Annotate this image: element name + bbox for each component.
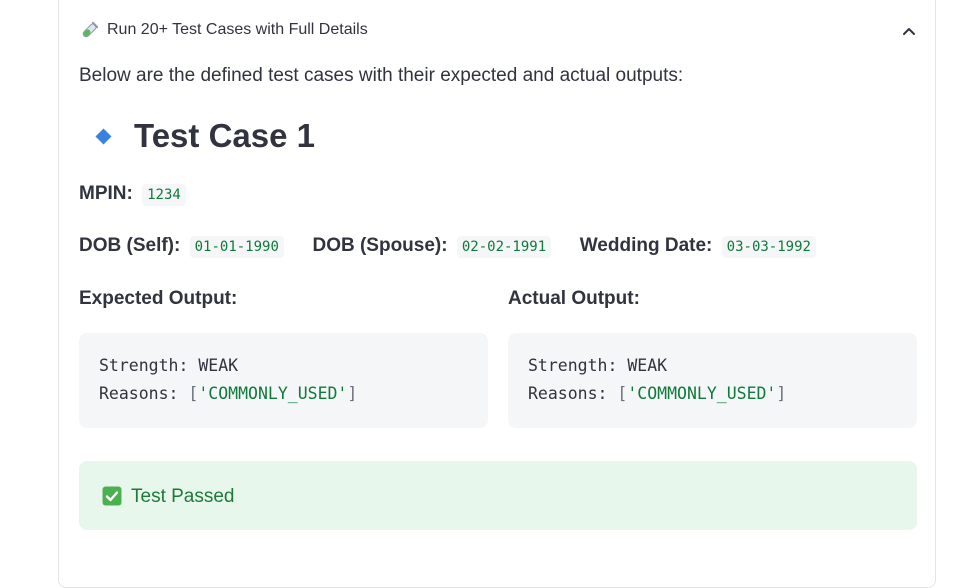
- expander-title: Run 20+ Test Cases with Full Details: [107, 21, 368, 38]
- test-result-alert: Test Passed: [79, 461, 917, 530]
- test-tube-icon: [82, 21, 99, 38]
- expected-reason-value: 'COMMONLY_USED': [198, 384, 348, 403]
- expected-strength-value: WEAK: [198, 356, 239, 375]
- dates-row: DOB (Self): 01-01-1990 DOB (Spouse): 02-…: [79, 235, 816, 258]
- check-mark-icon: [102, 486, 122, 506]
- actual-reason-value: 'COMMONLY_USED': [627, 384, 777, 403]
- test-case-title: Test Case 1: [134, 117, 315, 154]
- actual-reasons-key: Reasons:: [528, 384, 608, 403]
- mpin-value: 1234: [142, 184, 186, 206]
- actual-strength-key: Strength:: [528, 356, 618, 375]
- mpin-label: MPIN:: [79, 183, 133, 204]
- mpin-row: MPIN: 1234: [79, 183, 186, 206]
- actual-strength-value: WEAK: [627, 356, 668, 375]
- test-cases-expander: Run 20+ Test Cases with Full Details Bel…: [58, 0, 936, 588]
- intro-text: Below are the defined test cases with th…: [79, 65, 684, 86]
- expected-output-block: Strength: WEAK Reasons: ['COMMONLY_USED'…: [79, 333, 488, 428]
- dob-self-label: DOB (Self):: [79, 235, 181, 256]
- expected-output-label: Expected Output:: [79, 288, 238, 309]
- dob-self-value: 01-01-1990: [189, 236, 284, 258]
- wedding-date-label: Wedding Date:: [579, 235, 713, 256]
- dob-spouse-value: 02-02-1991: [456, 236, 552, 258]
- expected-reasons-key: Reasons:: [99, 384, 179, 403]
- dob-spouse-label: DOB (Spouse):: [312, 235, 448, 256]
- actual-output-label: Actual Output:: [508, 288, 640, 309]
- chevron-up-icon[interactable]: [899, 21, 919, 41]
- test-result-text: Test Passed: [131, 486, 235, 507]
- expected-strength-key: Strength:: [99, 356, 189, 375]
- wedding-date-value: 03-03-1992: [721, 236, 816, 258]
- blue-diamond-icon: [95, 128, 112, 145]
- expander-header[interactable]: Run 20+ Test Cases with Full Details: [79, 19, 919, 43]
- actual-output-block: Strength: WEAK Reasons: ['COMMONLY_USED'…: [508, 333, 917, 428]
